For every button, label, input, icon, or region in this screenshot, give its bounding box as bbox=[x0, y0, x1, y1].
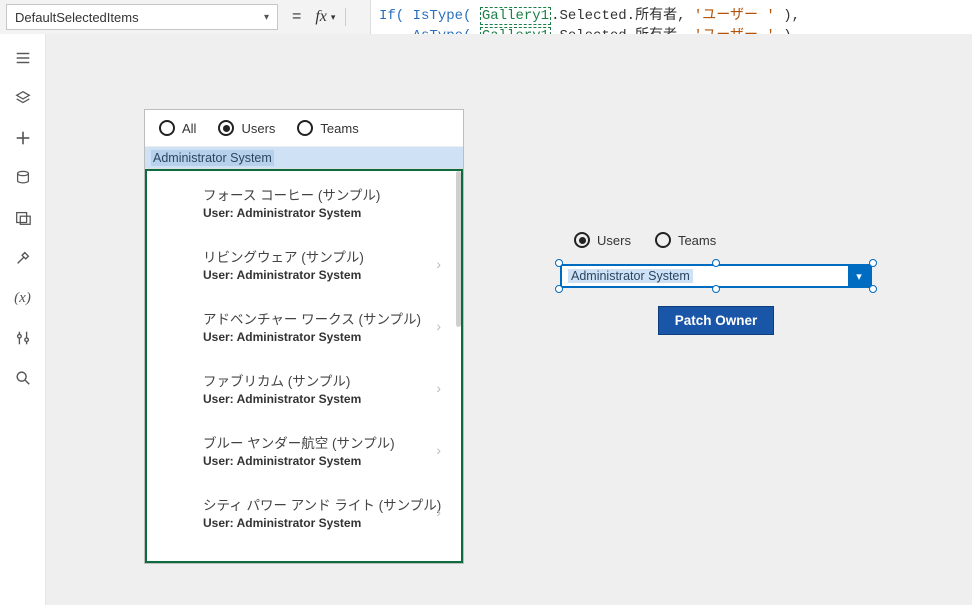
layers-icon[interactable] bbox=[13, 88, 33, 108]
scrollbar-thumb[interactable] bbox=[456, 171, 461, 327]
variable-icon[interactable]: (x) bbox=[13, 288, 33, 308]
resize-handle[interactable] bbox=[555, 285, 563, 293]
patch-owner-button[interactable]: Patch Owner bbox=[658, 306, 775, 335]
fx-label: fx bbox=[315, 8, 327, 26]
chevron-right-icon: › bbox=[436, 442, 441, 458]
formula-token: IsType( bbox=[404, 8, 480, 24]
formula-token: ), bbox=[775, 8, 800, 24]
chevron-right-icon: › bbox=[436, 256, 441, 272]
fx-button[interactable]: fx ▾ bbox=[315, 8, 346, 26]
resize-handle[interactable] bbox=[712, 259, 720, 267]
patch-owner-label: Patch Owner bbox=[675, 313, 758, 328]
plus-icon[interactable] bbox=[13, 128, 33, 148]
list-item[interactable]: アドベンチャー ワークス (サンプル) User: Administrator … bbox=[147, 295, 455, 357]
gallery-radio-row: All Users Teams bbox=[145, 110, 463, 147]
list-item-subtitle: User: Administrator System bbox=[203, 206, 445, 220]
gallery-filter-text[interactable]: Administrator System bbox=[145, 147, 463, 169]
form-radio-row: Users Teams bbox=[516, 228, 916, 260]
formula-token-str: 'ユーザー ' bbox=[694, 8, 775, 24]
list-item[interactable]: ブルー ヤンダー航空 (サンプル) User: Administrator Sy… bbox=[147, 419, 455, 481]
list-item-title: シティ パワー アンド ライト (サンプル) bbox=[203, 494, 445, 514]
list-item-subtitle: User: Administrator System bbox=[203, 392, 445, 406]
list-item-subtitle: User: Administrator System bbox=[203, 330, 445, 344]
tools-icon[interactable] bbox=[13, 248, 33, 268]
gallery[interactable]: フォース コーヒー (サンプル) User: Administrator Sys… bbox=[145, 169, 463, 563]
radio-users-label: Users bbox=[597, 233, 631, 248]
radio-teams-label: Teams bbox=[320, 121, 358, 136]
radio-icon bbox=[297, 120, 313, 136]
owner-combo-wrap: Administrator System ▾ bbox=[560, 264, 872, 288]
radio-icon bbox=[574, 232, 590, 248]
radio-all-label: All bbox=[182, 121, 196, 136]
formula-token-ref: Gallery1 bbox=[480, 7, 551, 25]
formula-token: If( bbox=[379, 8, 404, 24]
resize-handle[interactable] bbox=[712, 285, 720, 293]
media-icon[interactable] bbox=[13, 208, 33, 228]
list-item-subtitle: User: Administrator System bbox=[203, 268, 445, 282]
gallery-filter-value: Administrator System bbox=[151, 150, 274, 166]
list-item[interactable]: シティ パワー アンド ライト (サンプル) User: Administrat… bbox=[147, 481, 455, 543]
list-item-subtitle: User: Administrator System bbox=[203, 454, 445, 468]
chevron-right-icon: › bbox=[436, 380, 441, 396]
left-rail: (x) bbox=[0, 34, 46, 605]
list-item-title: フォース コーヒー (サンプル) bbox=[203, 184, 445, 204]
list-item-title: ファブリカム (サンプル) bbox=[203, 370, 445, 390]
chevron-right-icon: › bbox=[436, 318, 441, 334]
property-selector[interactable]: DefaultSelectedItems ▾ bbox=[6, 4, 278, 30]
radio-users-label: Users bbox=[241, 121, 275, 136]
list-item-subtitle: User: Administrator System bbox=[203, 516, 445, 530]
resize-handle[interactable] bbox=[869, 259, 877, 267]
property-selector-text: DefaultSelectedItems bbox=[15, 10, 139, 25]
formula-token: .Selected.所有者, bbox=[551, 8, 694, 24]
radio-users[interactable]: Users bbox=[218, 120, 275, 136]
hamburger-icon[interactable] bbox=[13, 48, 33, 68]
database-icon[interactable] bbox=[13, 168, 33, 188]
chevron-down-icon[interactable]: ▾ bbox=[848, 266, 870, 286]
owner-combo-value: Administrator System bbox=[568, 269, 693, 283]
list-item[interactable]: フォース コーヒー (サンプル) User: Administrator Sys… bbox=[147, 171, 455, 233]
list-item-title: リビングウェア (サンプル) bbox=[203, 246, 445, 266]
list-item-title: ブルー ヤンダー航空 (サンプル) bbox=[203, 432, 445, 452]
list-item[interactable]: リビングウェア (サンプル) User: Administrator Syste… bbox=[147, 233, 455, 295]
gallery-card: All Users Teams Administrator System フォー… bbox=[144, 109, 464, 564]
equals-sign: = bbox=[292, 8, 301, 26]
radio-icon bbox=[655, 232, 671, 248]
chevron-down-icon: ▾ bbox=[264, 12, 269, 23]
radio-icon bbox=[159, 120, 175, 136]
radio-users[interactable]: Users bbox=[574, 232, 631, 248]
radio-teams[interactable]: Teams bbox=[297, 120, 358, 136]
chevron-right-icon: › bbox=[436, 504, 441, 520]
radio-teams-label: Teams bbox=[678, 233, 716, 248]
form-area: Users Teams Administrator System ▾ Patch… bbox=[516, 228, 916, 335]
radio-icon bbox=[218, 120, 234, 136]
resize-handle[interactable] bbox=[555, 259, 563, 267]
search-icon[interactable] bbox=[13, 368, 33, 388]
radio-all[interactable]: All bbox=[159, 120, 196, 136]
chevron-down-icon: ▾ bbox=[331, 12, 336, 23]
gallery-inner: フォース コーヒー (サンプル) User: Administrator Sys… bbox=[147, 171, 455, 561]
resize-handle[interactable] bbox=[869, 285, 877, 293]
list-item-title: アドベンチャー ワークス (サンプル) bbox=[203, 308, 445, 328]
list-item[interactable]: ファブリカム (サンプル) User: Administrator System… bbox=[147, 357, 455, 419]
settings-icon[interactable] bbox=[13, 328, 33, 348]
canvas: All Users Teams Administrator System フォー… bbox=[46, 34, 972, 605]
radio-teams[interactable]: Teams bbox=[655, 232, 716, 248]
